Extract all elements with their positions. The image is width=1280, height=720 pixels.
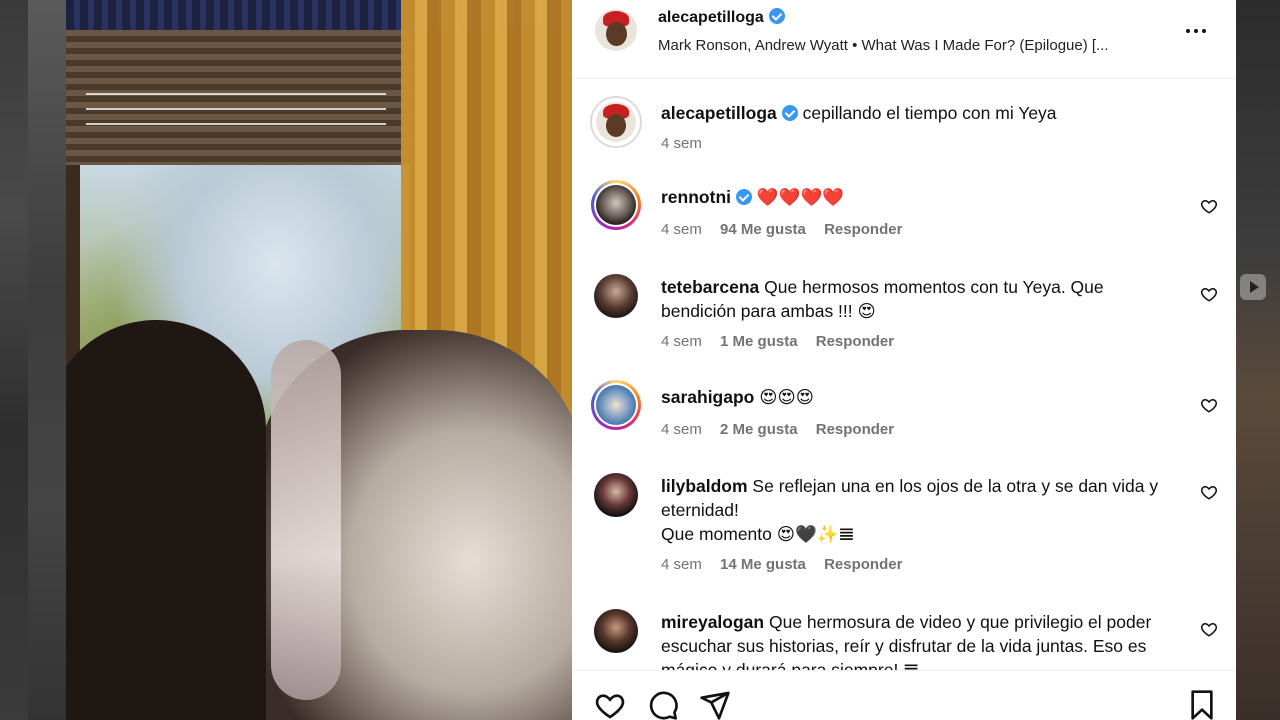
background-previous-post <box>0 0 66 720</box>
avatar-face <box>605 21 627 46</box>
verified-badge-icon <box>736 189 752 205</box>
comment-avatar[interactable] <box>591 180 641 230</box>
background-next-post <box>1236 0 1280 720</box>
audio-track-link[interactable]: Mark Ronson, Andrew Wyatt • What Was I M… <box>658 37 1109 54</box>
heart-icon[interactable] <box>1200 396 1218 414</box>
comment-username[interactable]: mireyalogan <box>661 612 764 632</box>
video-scene-hair <box>271 340 341 700</box>
video-scene-blind <box>66 30 411 165</box>
paper-plane-icon[interactable] <box>699 689 731 720</box>
reel-play-icon[interactable] <box>1240 274 1266 300</box>
comment-item: tetebarcena Que hermosos momentos con tu… <box>572 272 1236 362</box>
verified-badge-icon <box>768 8 785 24</box>
comment-likes[interactable]: 14 Me gusta <box>720 556 806 573</box>
bookmark-icon[interactable] <box>1186 689 1218 720</box>
verified-badge-icon <box>781 105 798 121</box>
comment-text: rennotni ❤️❤️❤️❤️ <box>661 185 1171 209</box>
more-horizontal-icon <box>1194 29 1198 33</box>
comment-meta: 4 sem 1 Me gusta Responder <box>661 333 894 350</box>
heart-icon[interactable] <box>1200 620 1218 638</box>
heart-icon[interactable] <box>1200 197 1218 215</box>
caption-row: alecapetilloga cepillando el tiempo con … <box>572 96 1236 176</box>
blind-slit <box>86 93 386 95</box>
comment-text: sarahigapo 😍😍😍 <box>661 385 1171 409</box>
comment-time[interactable]: 4 sem <box>661 421 702 438</box>
caption-time[interactable]: 4 sem <box>661 135 702 152</box>
author-avatar[interactable] <box>595 9 637 51</box>
comment-time[interactable]: 4 sem <box>661 221 702 238</box>
comment-meta: 4 sem 14 Me gusta Responder <box>661 556 902 573</box>
comment-text: tetebarcena Que hermosos momentos con tu… <box>661 275 1171 323</box>
comment-likes[interactable]: 2 Me gusta <box>720 421 798 438</box>
comment-content: 😍😍😍 <box>759 387 814 407</box>
comment-item: mireyalogan Que hermosura de video y que… <box>572 607 1236 670</box>
comment-item: lilybaldom Se reflejan una en los ojos d… <box>572 471 1236 586</box>
comment-item: rennotni ❤️❤️❤️❤️ 4 sem 94 Me gusta Resp… <box>572 180 1236 250</box>
heart-icon[interactable] <box>594 689 626 720</box>
caption-avatar[interactable] <box>590 96 642 148</box>
avatar-face <box>606 114 626 138</box>
comment-text: lilybaldom Se reflejan una en los ojos d… <box>661 474 1171 546</box>
comment-time[interactable]: 4 sem <box>661 333 702 350</box>
reply-button[interactable]: Responder <box>824 556 902 573</box>
blind-slit <box>86 123 386 125</box>
post-video[interactable] <box>66 0 572 720</box>
comment-avatar[interactable] <box>594 609 638 653</box>
comment-meta: 4 sem 94 Me gusta Responder <box>661 221 902 238</box>
reply-button[interactable]: Responder <box>816 333 894 350</box>
caption-text: alecapetilloga cepillando el tiempo con … <box>661 101 1171 125</box>
caption-content: cepillando el tiempo con mi Yeya <box>802 103 1057 123</box>
comment-username[interactable]: rennotni <box>661 187 731 207</box>
caption-username[interactable]: alecapetilloga <box>661 103 777 123</box>
comment-likes[interactable]: 1 Me gusta <box>720 333 798 350</box>
comments-list[interactable]: alecapetilloga cepillando el tiempo con … <box>572 80 1236 670</box>
comment-content-line2: Que momento 😍🖤✨𝌆 <box>661 524 855 544</box>
comment-avatar[interactable] <box>591 380 641 430</box>
comment-meta: 4 sem 2 Me gusta Responder <box>661 421 894 438</box>
comment-avatar[interactable] <box>594 274 638 318</box>
comment-username[interactable]: sarahigapo <box>661 387 754 407</box>
post-action-bar <box>572 670 1236 720</box>
comment-username[interactable]: tetebarcena <box>661 277 759 297</box>
instagram-post-modal: alecapetilloga Mark Ronson, Andrew Wyatt… <box>0 0 1280 720</box>
comment-item: sarahigapo 😍😍😍 4 sem 2 Me gusta Responde… <box>572 380 1236 450</box>
more-horizontal-icon <box>1202 29 1206 33</box>
comment-bubble-icon[interactable] <box>647 689 679 720</box>
comment-content: ❤️❤️❤️❤️ <box>756 187 845 207</box>
comment-username[interactable]: lilybaldom <box>661 476 748 496</box>
author-username-text[interactable]: alecapetilloga <box>658 9 764 26</box>
comment-time[interactable]: 4 sem <box>661 556 702 573</box>
video-scene-granddaughter <box>66 320 266 720</box>
comment-likes[interactable]: 94 Me gusta <box>720 221 806 238</box>
post-header: alecapetilloga Mark Ronson, Andrew Wyatt… <box>572 0 1236 79</box>
heart-icon[interactable] <box>1200 285 1218 303</box>
author-username[interactable]: alecapetilloga <box>658 8 785 27</box>
more-options-button[interactable] <box>1184 18 1212 42</box>
blind-slit <box>86 108 386 110</box>
comment-text: mireyalogan Que hermosura de video y que… <box>661 610 1171 670</box>
reply-button[interactable]: Responder <box>816 421 894 438</box>
reply-button[interactable]: Responder <box>824 221 902 238</box>
post-side-panel: alecapetilloga Mark Ronson, Andrew Wyatt… <box>572 0 1236 720</box>
comment-avatar[interactable] <box>594 473 638 517</box>
heart-icon[interactable] <box>1200 483 1218 501</box>
more-horizontal-icon <box>1186 29 1190 33</box>
